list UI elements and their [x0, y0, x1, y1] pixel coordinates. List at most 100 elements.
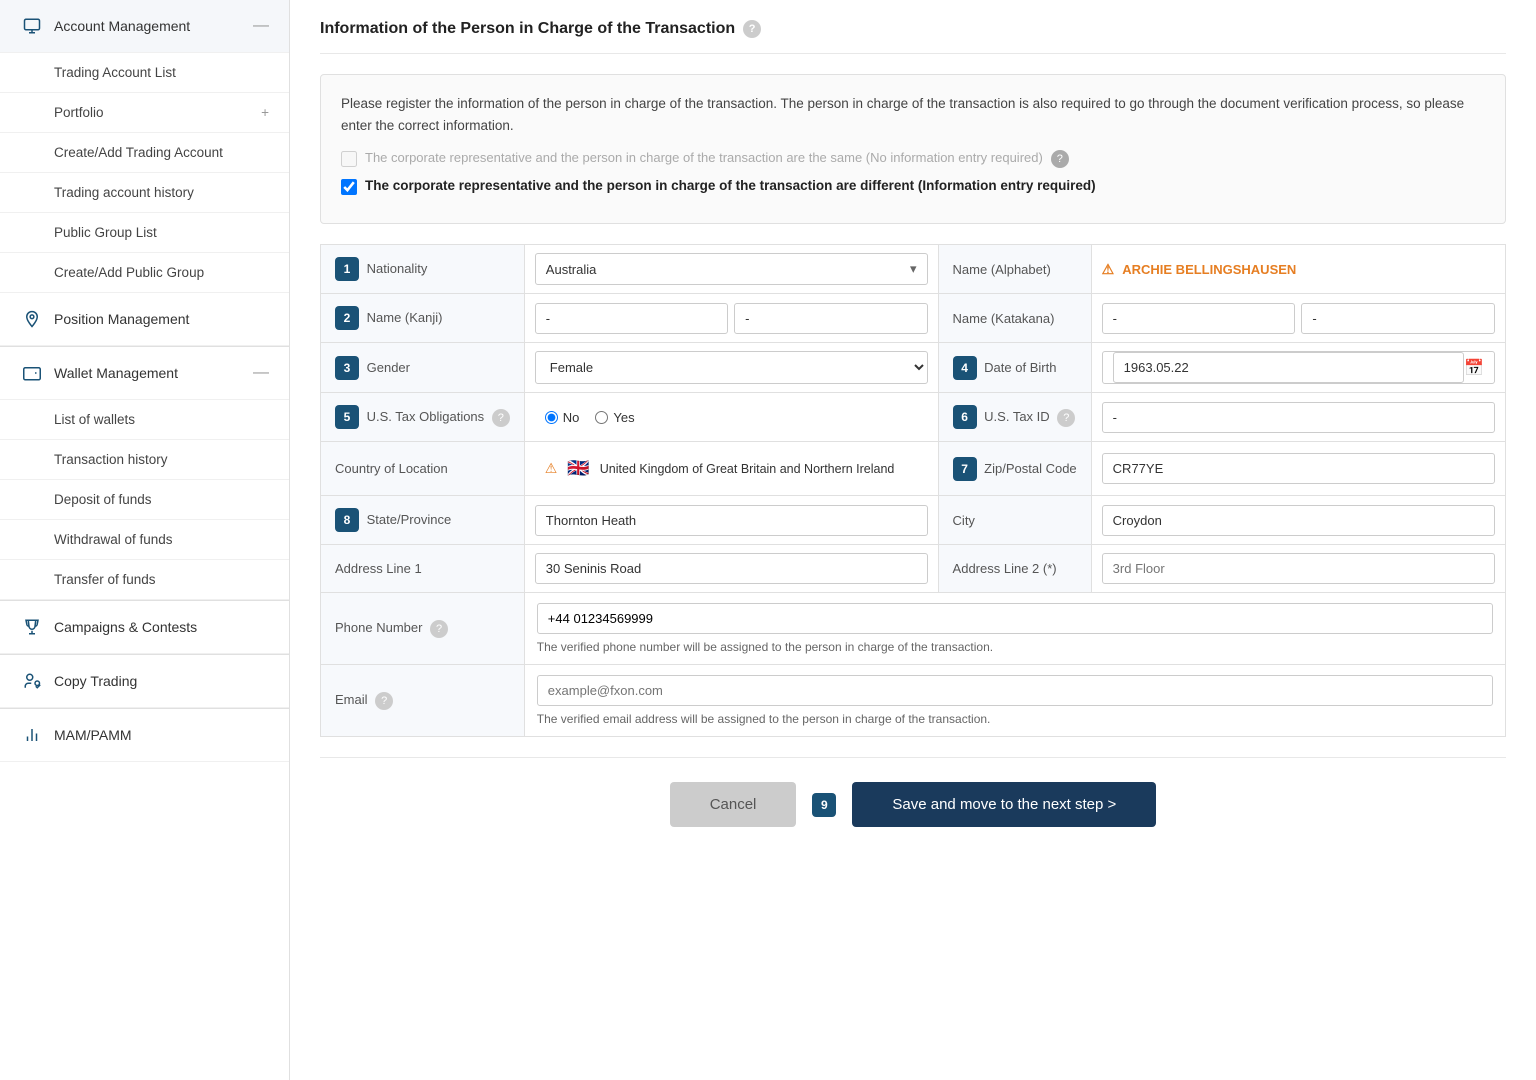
phone-value-cell: The verified phone number will be assign… [524, 593, 1505, 665]
dob-value-cell: 📅 [1091, 343, 1505, 393]
sidebar-label-position-management: Position Management [54, 311, 269, 327]
sidebar-item-create-trading-account[interactable]: Create/Add Trading Account [0, 133, 289, 173]
form-row-email: Email ? The verified email address will … [321, 665, 1506, 737]
email-help-icon[interactable]: ? [375, 692, 393, 710]
sidebar-item-trading-account-history[interactable]: Trading account history [0, 173, 289, 213]
name-kanji-value-cell [524, 294, 938, 343]
country-value-cell: ⚠ 🇬🇧 United Kingdom of Great Britain and… [524, 442, 938, 496]
country-warning-icon: ⚠ [545, 460, 558, 477]
sidebar-item-account-management[interactable]: Account Management — [0, 0, 289, 53]
name-alphabet-label: Name (Alphabet) [938, 245, 1091, 294]
wallet-collapse-icon: — [253, 364, 269, 382]
form-row-country: Country of Location ⚠ 🇬🇧 United Kingdom … [321, 442, 1506, 496]
us-tax-radio-group: No Yes [535, 402, 928, 433]
sidebar-item-transfer-of-funds[interactable]: Transfer of funds [0, 560, 289, 600]
gender-select[interactable]: Female Male [535, 351, 928, 384]
country-label-cell: Country of Location [321, 442, 525, 496]
us-tax-yes-label[interactable]: Yes [595, 410, 634, 425]
sidebar-item-transaction-history[interactable]: Transaction history [0, 440, 289, 480]
uk-flag-icon: 🇬🇧 [567, 458, 589, 479]
form-row-address: Address Line 1 Address Line 2 (*) [321, 545, 1506, 593]
save-button[interactable]: Save and move to the next step > [852, 782, 1156, 827]
email-input[interactable] [537, 675, 1493, 706]
gender-label: 3 Gender [321, 343, 525, 393]
warning-icon: ⚠ [1102, 261, 1115, 278]
sidebar-item-mam-pamm[interactable]: MAM/PAMM [0, 709, 289, 762]
sidebar-item-trading-account-list[interactable]: Trading Account List [0, 53, 289, 93]
city-input[interactable] [1102, 505, 1495, 536]
sidebar-item-position-management[interactable]: Position Management [0, 293, 289, 346]
info-box: Please register the information of the p… [320, 74, 1506, 224]
address1-input[interactable] [535, 553, 928, 584]
state-input[interactable] [535, 505, 928, 536]
us-tax-no-label[interactable]: No [545, 410, 580, 425]
step3-badge: 3 [335, 356, 359, 380]
name-katakana-field1[interactable] [1102, 303, 1296, 334]
step2-badge: 2 [335, 306, 359, 330]
form-row-nationality: 1 Nationality Australia ▾ Name (Alphabet… [321, 245, 1506, 294]
us-tax-id-input[interactable] [1102, 402, 1495, 433]
step6-badge: 6 [953, 405, 977, 429]
dob-input-wrap: 📅 [1102, 351, 1495, 384]
dob-input[interactable] [1113, 352, 1464, 383]
form-row-state: 8 State/Province City [321, 496, 1506, 545]
sidebar-item-withdrawal-of-funds[interactable]: Withdrawal of funds [0, 520, 289, 560]
phone-input[interactable] [537, 603, 1493, 634]
portfolio-expand-icon: + [261, 105, 269, 120]
email-value-cell: The verified email address will be assig… [524, 665, 1505, 737]
gender-value-cell: Female Male [524, 343, 938, 393]
address2-label-cell: Address Line 2 (*) [938, 545, 1091, 593]
name-kanji-field1[interactable] [535, 303, 728, 334]
phone-help-icon[interactable]: ? [430, 620, 448, 638]
step8-badge: 8 [335, 508, 359, 532]
phone-block: The verified phone number will be assign… [525, 593, 1505, 664]
sidebar-item-deposit-of-funds[interactable]: Deposit of funds [0, 480, 289, 520]
bottom-bar: Cancel 9 Save and move to the next step … [320, 757, 1506, 851]
us-tax-id-value-cell [1091, 393, 1505, 442]
collapse-icon: — [253, 17, 269, 35]
nationality-select[interactable]: Australia ▾ [535, 253, 928, 285]
checkbox-row-same: The corporate representative and the per… [341, 150, 1485, 168]
name-kanji-label: 2 Name (Kanji) [321, 294, 525, 343]
city-label-cell: City [938, 496, 1091, 545]
name-kanji-field2[interactable] [734, 303, 927, 334]
checkbox1-help-icon[interactable]: ? [1051, 150, 1069, 168]
address1-label-cell: Address Line 1 [321, 545, 525, 593]
form-table: 1 Nationality Australia ▾ Name (Alphabet… [320, 244, 1506, 737]
sidebar-label-mam-pamm: MAM/PAMM [54, 727, 269, 743]
form-row-us-tax: 5 U.S. Tax Obligations ? No Yes [321, 393, 1506, 442]
address2-value-cell [1091, 545, 1505, 593]
sidebar: Account Management — Trading Account Lis… [0, 0, 290, 1080]
us-tax-yes-radio[interactable] [595, 411, 608, 424]
name-katakana-fields [1102, 303, 1495, 334]
us-tax-help-icon[interactable]: ? [492, 409, 510, 427]
sidebar-item-wallet-management[interactable]: Wallet Management — [0, 347, 289, 400]
state-label-cell: 8 State/Province [321, 496, 525, 545]
dob-label: 4 Date of Birth [938, 343, 1091, 393]
sidebar-item-public-group-list[interactable]: Public Group List [0, 213, 289, 253]
sidebar-item-campaigns-contests[interactable]: Campaigns & Contests [0, 601, 289, 654]
zip-input[interactable] [1102, 453, 1495, 484]
main-content: Information of the Person in Charge of t… [290, 0, 1536, 1080]
cancel-button[interactable]: Cancel [670, 782, 797, 827]
zip-label-cell: 7 Zip/Postal Code [938, 442, 1091, 496]
country-field: ⚠ 🇬🇧 United Kingdom of Great Britain and… [535, 450, 928, 487]
name-alphabet-error: ⚠ ARCHIE BELLINGSHAUSEN [1102, 261, 1495, 278]
page-title-bar: Information of the Person in Charge of t… [320, 20, 1506, 54]
sidebar-item-create-public-group[interactable]: Create/Add Public Group [0, 253, 289, 293]
calendar-icon[interactable]: 📅 [1464, 358, 1484, 378]
sidebar-item-list-of-wallets[interactable]: List of wallets [0, 400, 289, 440]
sidebar-item-copy-trading[interactable]: Copy Trading [0, 655, 289, 708]
us-tax-no-radio[interactable] [545, 411, 558, 424]
sidebar-item-portfolio[interactable]: Portfolio + [0, 93, 289, 133]
form-row-gender: 3 Gender Female Male 4 Date of Birth [321, 343, 1506, 393]
page-title-help-icon[interactable]: ? [743, 20, 761, 38]
name-katakana-field2[interactable] [1301, 303, 1495, 334]
phone-note: The verified phone number will be assign… [537, 640, 1493, 654]
sidebar-label-campaigns: Campaigns & Contests [54, 619, 269, 635]
checkbox-same[interactable] [341, 151, 357, 167]
address2-input[interactable] [1102, 553, 1495, 584]
us-tax-id-help-icon[interactable]: ? [1057, 409, 1075, 427]
name-katakana-label: Name (Katakana) [938, 294, 1091, 343]
checkbox-different[interactable] [341, 179, 357, 195]
